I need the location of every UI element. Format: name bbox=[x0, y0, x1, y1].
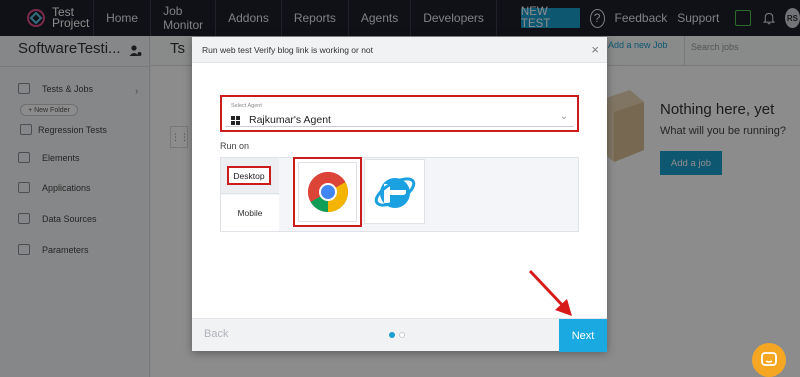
chat-support-button[interactable] bbox=[752, 343, 786, 377]
browser-option-ie[interactable] bbox=[364, 159, 425, 224]
chrome-tile bbox=[298, 162, 357, 222]
modal-title: Run web test Verify blog link is working… bbox=[192, 37, 607, 63]
chevron-down-icon[interactable]: ⌄ bbox=[560, 111, 568, 122]
step-dot bbox=[399, 332, 405, 338]
chrome-icon bbox=[307, 172, 348, 212]
tab-desktop-label: Desktop bbox=[227, 166, 271, 185]
windows-icon bbox=[231, 116, 241, 126]
agent-select-value: Rajkumar's Agent bbox=[249, 114, 331, 126]
browser-option-chrome[interactable] bbox=[293, 157, 362, 227]
internet-explorer-icon bbox=[374, 176, 415, 208]
chat-icon bbox=[761, 352, 777, 366]
back-button[interactable]: Back bbox=[204, 328, 228, 340]
agent-select-label: Select Agent bbox=[231, 103, 262, 109]
agent-select[interactable]: Select Agent Rajkumar's Agent ⌄ bbox=[225, 100, 574, 127]
step-indicator bbox=[389, 332, 409, 338]
run-on-label: Run on bbox=[220, 141, 250, 151]
step-dot-active bbox=[389, 332, 395, 338]
agent-select-highlight: Select Agent Rajkumar's Agent ⌄ bbox=[220, 95, 579, 132]
platform-tabs: Desktop Mobile bbox=[221, 158, 279, 231]
tab-desktop[interactable]: Desktop bbox=[221, 158, 279, 194]
next-button[interactable]: Next bbox=[559, 319, 607, 352]
close-icon[interactable]: × bbox=[591, 42, 599, 57]
annotation-arrow-icon bbox=[528, 269, 572, 316]
tab-mobile[interactable]: Mobile bbox=[221, 195, 279, 231]
modal-footer: Back Next bbox=[192, 318, 607, 352]
